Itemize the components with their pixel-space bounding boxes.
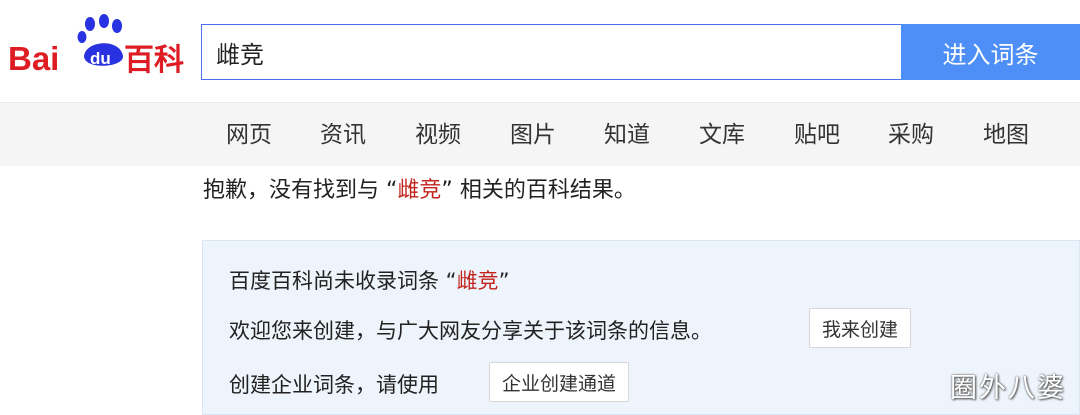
watermark: 圈外八婆 (950, 373, 1066, 404)
nav-item-wenku[interactable]: 文库 (699, 115, 745, 149)
enter-entry-button[interactable]: 进入词条 (901, 24, 1080, 80)
create-entry-panel: 百度百科尚未收录词条 “雌竞” 欢迎您来创建，与广大网友分享关于该词条的信息。 … (202, 240, 1080, 415)
nav-item-zhidao[interactable]: 知道 (604, 115, 650, 149)
logo-paw-text: du (90, 49, 111, 68)
search-input[interactable] (202, 25, 901, 79)
no-result-message: 抱歉，没有找到与 “雌竞” 相关的百科结果。 (203, 172, 636, 204)
panel-enterprise-text: 创建企业词条，请使用 (229, 373, 439, 397)
panel-title-prefix: 百度百科尚未收录词条 “ (229, 269, 457, 293)
message-suffix: ” 相关的百科结果。 (441, 178, 636, 203)
baidu-logo-graphic: du Bai 百科 (8, 14, 184, 76)
nav-item-images[interactable]: 图片 (510, 115, 556, 149)
logo-text-left: Bai (8, 40, 59, 76)
panel-invite-text: 欢迎您来创建，与广大网友分享关于该词条的信息。 (229, 319, 712, 343)
nav-item-news[interactable]: 资讯 (320, 115, 366, 149)
nav-item-video[interactable]: 视频 (415, 115, 461, 149)
header: du Bai 百科 进入词条 (0, 0, 1080, 102)
logo-text-right: 百科 (124, 43, 184, 76)
baidu-baike-logo[interactable]: du Bai 百科 (6, 12, 188, 76)
nav-item-map[interactable]: 地图 (983, 115, 1029, 149)
nav-item-web[interactable]: 网页 (226, 115, 272, 149)
panel-title-keyword: 雌竞 (456, 269, 499, 293)
create-entry-button[interactable]: 我来创建 (809, 308, 912, 348)
enterprise-create-button[interactable]: 企业创建通道 (489, 362, 630, 402)
nav-item-tieba[interactable]: 贴吧 (794, 115, 840, 149)
search-box (201, 24, 901, 80)
panel-title: 百度百科尚未收录词条 “雌竞” (229, 265, 509, 295)
nav-bar: 网页 资讯 视频 图片 知道 文库 贴吧 采购 地图 (0, 102, 1080, 166)
message-prefix: 抱歉，没有找到与 “ (203, 178, 398, 203)
panel-title-suffix: ” (498, 269, 510, 293)
message-keyword: 雌竞 (397, 178, 442, 203)
nav-item-purchase[interactable]: 采购 (888, 115, 934, 149)
